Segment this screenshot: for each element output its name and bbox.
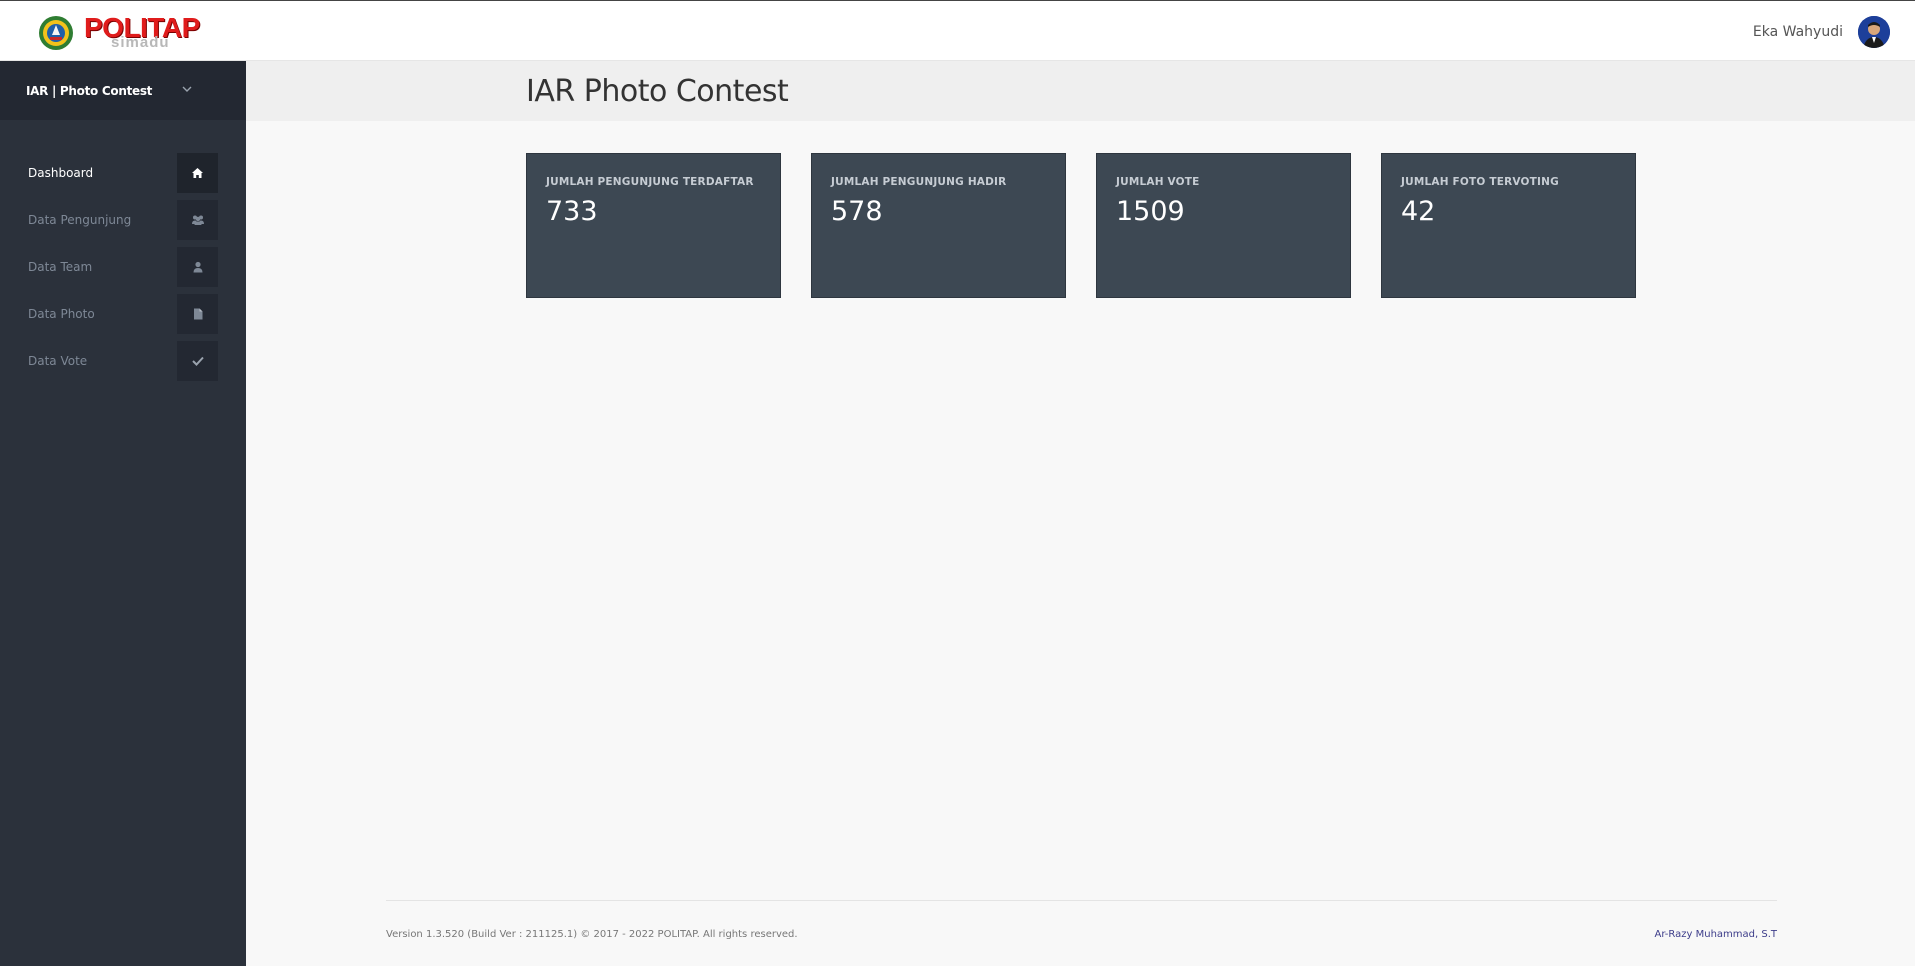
logo[interactable]: POLITAP simadu [38,13,200,53]
stat-card-pengunjung-hadir: JUMLAH PENGUNJUNG HADIR 578 [811,153,1066,298]
page-header: IAR Photo Contest [246,61,1915,121]
sidebar-item-label: Data Vote [28,354,88,368]
app-switcher[interactable]: IAR | Photo Contest [0,61,246,120]
footer-divider [386,900,1777,901]
chevron-down-icon [182,86,192,92]
stat-value: 733 [546,196,598,227]
avatar[interactable] [1858,16,1890,48]
page-title: IAR Photo Contest [526,74,789,109]
sidebar-item-label: Data Team [28,260,93,274]
stat-card-pengunjung-terdaftar: JUMLAH PENGUNJUNG TERDAFTAR 733 [526,153,781,298]
file-icon [177,294,218,334]
stat-value: 578 [831,196,883,227]
users-icon [177,200,218,240]
stat-value: 1509 [1116,196,1185,227]
sidebar-item-data-pengunjung[interactable]: Data Pengunjung [0,198,246,245]
sidebar: IAR | Photo Contest Dashboard Data Pengu… [0,61,246,966]
logo-text: POLITAP simadu [84,13,200,53]
sidebar-item-label: Data Pengunjung [28,213,132,227]
sidebar-item-data-photo[interactable]: Data Photo [0,292,246,339]
footer-author-link[interactable]: Ar-Razy Muhammad, S.T [1654,929,1777,940]
home-icon [177,153,218,193]
top-header: POLITAP simadu Eka Wahyudi [0,0,1915,61]
stat-label: JUMLAH VOTE [1116,176,1200,188]
stat-label: JUMLAH PENGUNJUNG HADIR [831,176,1007,188]
stat-label: JUMLAH PENGUNJUNG TERDAFTAR [546,176,754,188]
sidebar-item-label: Dashboard [28,166,94,180]
sidebar-nav: Dashboard Data Pengunjung Data Team Data… [0,151,246,386]
stat-card-jumlah-vote: JUMLAH VOTE 1509 [1096,153,1351,298]
user-name[interactable]: Eka Wahyudi [1753,24,1843,40]
sidebar-item-data-vote[interactable]: Data Vote [0,339,246,386]
sidebar-item-data-team[interactable]: Data Team [0,245,246,292]
check-icon [177,341,218,381]
stat-card-foto-tervoting: JUMLAH FOTO TERVOTING 42 [1381,153,1636,298]
app-name: IAR | Photo Contest [26,84,153,98]
stat-value: 42 [1401,196,1436,227]
logo-sub-text: simadu [111,34,170,51]
user-photo-icon [1858,16,1890,48]
user-icon [177,247,218,287]
footer-version: Version 1.3.520 (Build Ver : 211125.1) ©… [386,929,798,940]
sidebar-item-dashboard[interactable]: Dashboard [0,151,246,198]
stat-label: JUMLAH FOTO TERVOTING [1401,176,1559,188]
sidebar-item-label: Data Photo [28,307,95,321]
politap-seal-icon [39,16,73,50]
